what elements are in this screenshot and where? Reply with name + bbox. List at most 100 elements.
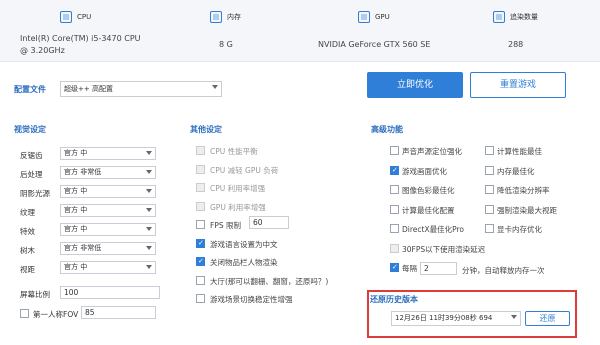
texture-value: 288 [508, 40, 524, 49]
chevron-down-icon [212, 85, 218, 89]
restore-selected: 12月26日 11时39分08秒 694 [395, 314, 493, 322]
advanced-label: 计算性能最佳 [497, 147, 542, 156]
option-checkbox[interactable] [196, 146, 205, 155]
visual-setting-select[interactable]: 官方 非常低 [60, 242, 156, 255]
visual-setting-select[interactable]: 官方 中 [60, 223, 156, 236]
advanced-checkbox[interactable] [485, 165, 494, 175]
advanced-label: DirectX最佳化Pro [402, 225, 464, 234]
advanced-label: 声音声源定位强化 [402, 147, 462, 156]
optimize-now-button[interactable]: 立即优化 [367, 72, 463, 98]
memory-header: 内存 [210, 11, 241, 23]
visual-setting-value: 官方 中 [64, 149, 88, 157]
advanced-checkbox[interactable] [390, 185, 399, 194]
advanced-checkbox[interactable] [485, 146, 494, 155]
reset-game-button[interactable]: 重置游戏 [470, 72, 566, 98]
advanced-label: 图像色彩最佳化 [402, 186, 455, 195]
visual-setting-label: 纹理 [20, 208, 35, 217]
interval-input[interactable]: 2 [420, 262, 457, 275]
texture-label: 追染数量 [510, 13, 538, 21]
option-label: 大厅(那可以翻栅、翻窗，还原吗？) [210, 276, 329, 286]
advanced-label: 降低渲染分辨率 [497, 186, 550, 195]
option-label: CPU 减轻 GPU 负荷 [210, 165, 279, 175]
option-label: CPU 性能平衡 [210, 147, 258, 156]
config-select[interactable]: 超级++ 高配置 [60, 81, 222, 97]
visual-setting-label: 后处理 [20, 170, 43, 179]
option-label: GPU 利用率增强 [210, 202, 266, 212]
option-checkbox[interactable] [196, 220, 205, 229]
advanced-title: 高级功能 [371, 125, 403, 134]
chevron-down-icon [146, 227, 152, 231]
restore-version-select[interactable]: 12月26日 11时39分08秒 694 [391, 311, 521, 326]
option-label: 关闭物品栏人物渲染 [210, 258, 278, 267]
chevron-down-icon [146, 189, 152, 193]
chevron-down-icon [146, 246, 152, 250]
interval-suffix: 分钟，自动释放内存一次 [462, 266, 545, 275]
chevron-down-icon [146, 151, 152, 155]
cpu-value-line2: @ 3.20GHz [20, 46, 65, 55]
visual-setting-value: 官方 非常低 [64, 244, 102, 252]
chevron-down-icon [146, 265, 152, 269]
cpu-icon [60, 11, 72, 23]
visual-setting-label: 反锯齿 [20, 151, 43, 160]
advanced-checkbox[interactable] [390, 243, 399, 253]
option-label: FPS 限制 [210, 221, 241, 230]
fov-checkbox[interactable] [20, 309, 29, 318]
visual-setting-value: 官方 中 [64, 225, 88, 233]
chevron-down-icon [146, 170, 152, 174]
fov-input[interactable]: 85 [81, 306, 156, 319]
visual-setting-value: 官方 非常低 [64, 168, 102, 176]
advanced-label: 每隔 [402, 264, 417, 273]
advanced-checkbox[interactable] [485, 204, 494, 214]
visual-settings-title: 视觉设定 [14, 125, 46, 134]
advanced-label: 计算最佳化配置 [402, 205, 455, 215]
option-checkbox[interactable] [196, 201, 205, 211]
screen-ratio-input[interactable]: 100 [60, 286, 160, 299]
other-settings-title: 其他设定 [190, 125, 222, 134]
option-checkbox[interactable] [196, 257, 205, 266]
advanced-checkbox[interactable] [485, 224, 494, 233]
visual-setting-select[interactable]: 官方 中 [60, 147, 156, 160]
cpu-value: Intel(R) Core(TM) i5-3470 CPU @ 3.20GHz [20, 33, 141, 57]
advanced-checkbox[interactable] [390, 204, 399, 214]
advanced-label: 显卡内存优化 [497, 225, 542, 234]
advanced-checkbox[interactable] [485, 185, 494, 194]
option-checkbox[interactable] [196, 164, 205, 174]
visual-setting-value: 官方 中 [64, 187, 88, 195]
advanced-checkbox[interactable] [390, 146, 399, 155]
advanced-label: 强制渲染最大视距 [497, 205, 557, 215]
config-label: 配置文件 [14, 85, 46, 94]
option-checkbox[interactable] [196, 238, 205, 248]
advanced-checkbox[interactable] [390, 263, 399, 272]
memory-label: 内存 [227, 13, 241, 21]
visual-setting-select[interactable]: 官方 中 [60, 185, 156, 198]
visual-setting-label: 树木 [20, 246, 35, 255]
advanced-checkbox[interactable] [390, 224, 399, 233]
visual-setting-value: 官方 中 [64, 206, 88, 214]
cpu-value-line1: Intel(R) Core(TM) i5-3470 CPU [20, 34, 141, 43]
restore-title: 还原历史版本 [370, 295, 418, 304]
visual-setting-label: 特效 [20, 227, 35, 236]
config-selected: 超级++ 高配置 [64, 85, 113, 93]
option-label: 游戏场景切换稳定性增强 [210, 295, 293, 304]
gpu-icon [358, 11, 370, 23]
option-label: 游戏语言设置为中文 [210, 239, 278, 249]
visual-setting-select[interactable]: 官方 中 [60, 204, 156, 217]
gpu-header: GPU [358, 11, 390, 23]
fov-label: 第一人称FOV [33, 310, 79, 319]
chevron-down-icon [146, 208, 152, 212]
texture-icon [493, 11, 505, 23]
visual-setting-label: 阴影光源 [20, 189, 50, 198]
memory-icon [210, 11, 222, 23]
texture-header: 追染数量 [493, 11, 538, 23]
option-label: CPU 利用率增强 [210, 184, 266, 193]
option-checkbox[interactable] [196, 183, 205, 192]
visual-setting-select[interactable]: 官方 中 [60, 261, 156, 274]
gpu-label: GPU [375, 13, 390, 21]
advanced-checkbox[interactable] [390, 165, 399, 175]
visual-setting-select[interactable]: 官方 非常低 [60, 166, 156, 179]
fps-limit-input[interactable]: 60 [249, 216, 289, 229]
advanced-label: 游戏画面优化 [402, 166, 447, 176]
option-checkbox[interactable] [196, 294, 205, 303]
restore-button[interactable]: 还原 [525, 311, 570, 326]
option-checkbox[interactable] [196, 275, 205, 285]
